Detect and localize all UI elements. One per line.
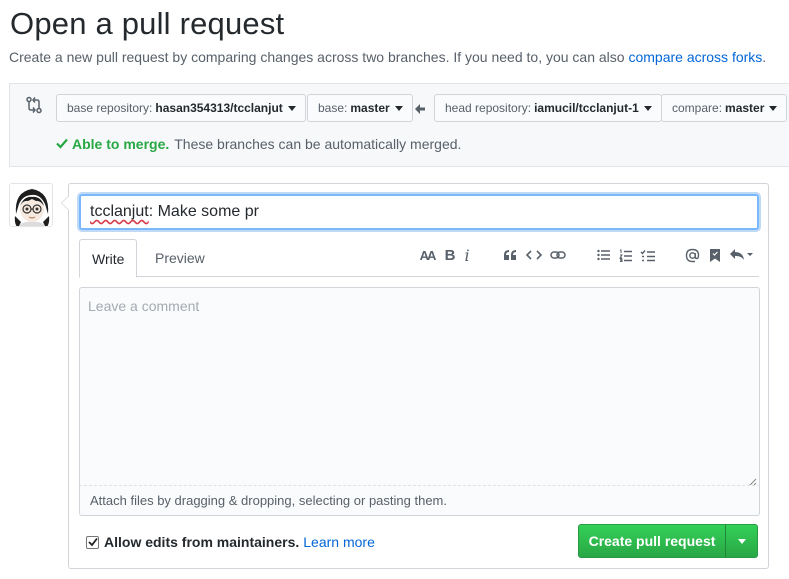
tab-preview[interactable]: Preview bbox=[143, 239, 217, 277]
comment-textarea[interactable]: Leave a comment bbox=[79, 287, 760, 487]
page-subtitle: Create a new pull request by comparing c… bbox=[9, 49, 766, 65]
quote-icon[interactable] bbox=[500, 245, 520, 265]
allow-edits-option[interactable]: Allow edits from maintainers. Learn more bbox=[86, 534, 375, 550]
reply-icon[interactable] bbox=[728, 245, 754, 265]
head-repository-select[interactable]: head repository: iamucil/tcclanjut-1 bbox=[434, 94, 662, 122]
check-icon bbox=[56, 136, 68, 152]
header-icon[interactable]: AA bbox=[417, 245, 437, 265]
attach-files-bar[interactable]: Attach files by dragging & dropping, sel… bbox=[79, 485, 760, 516]
chevron-down-icon bbox=[643, 105, 652, 111]
subtitle-end: . bbox=[762, 49, 767, 65]
compare-across-forks-link[interactable]: compare across forks bbox=[628, 49, 762, 65]
branch-range-editor: base repository: hasan354313/tcclanjut b… bbox=[9, 83, 789, 167]
allow-edits-checkbox[interactable] bbox=[86, 535, 99, 549]
pr-title-input[interactable]: tcclanjut: Make some pr bbox=[79, 194, 759, 230]
tab-write[interactable]: Write bbox=[79, 239, 138, 278]
chevron-down-icon bbox=[394, 105, 403, 111]
create-pull-request-button[interactable]: Create pull request bbox=[578, 524, 726, 558]
base-branch-select[interactable]: base: master bbox=[307, 94, 413, 122]
compare-branch-label: compare: bbox=[672, 101, 723, 115]
compare-branch-select[interactable]: compare: master bbox=[661, 94, 788, 122]
learn-more-link[interactable]: Learn more bbox=[303, 534, 375, 550]
subtitle-text: Create a new pull request by comparing c… bbox=[9, 49, 625, 65]
chevron-down-icon bbox=[769, 105, 778, 111]
avatar[interactable] bbox=[9, 183, 53, 227]
comment-placeholder: Leave a comment bbox=[88, 298, 200, 314]
resize-handle-icon[interactable] bbox=[748, 474, 757, 487]
code-icon[interactable] bbox=[524, 245, 544, 265]
head-repository-label: head repository: bbox=[445, 101, 532, 115]
mention-icon[interactable] bbox=[682, 245, 702, 265]
git-compare-icon bbox=[25, 96, 43, 114]
chevron-down-icon bbox=[737, 538, 746, 544]
italic-icon[interactable]: i bbox=[457, 245, 477, 265]
base-repository-value: hasan354313/tcclanjut bbox=[155, 101, 283, 115]
title-text: : Make some pr bbox=[148, 203, 259, 220]
title-misspelled-word: tcclanjut bbox=[90, 203, 149, 220]
head-repository-value: iamucil/tcclanjut-1 bbox=[534, 101, 639, 115]
base-branch-label: base: bbox=[318, 101, 348, 115]
merge-status-label: Able to merge. bbox=[72, 136, 170, 152]
task-list-icon[interactable] bbox=[638, 245, 658, 265]
base-repository-label: base repository: bbox=[67, 101, 153, 115]
chevron-down-icon bbox=[287, 105, 296, 111]
create-pull-request-dropdown[interactable] bbox=[725, 524, 758, 558]
saved-reply-icon[interactable] bbox=[705, 245, 725, 265]
link-icon[interactable] bbox=[548, 245, 568, 265]
page-title: Open a pull request bbox=[10, 6, 285, 41]
compare-branch-value: master bbox=[725, 101, 765, 115]
ordered-list-icon[interactable] bbox=[616, 245, 636, 265]
merge-status-detail: These branches can be automatically merg… bbox=[174, 136, 462, 152]
pull-request-form: tcclanjut: Make some pr Write Preview AA… bbox=[61, 183, 769, 569]
base-branch-value: master bbox=[350, 101, 390, 115]
arrow-left-icon bbox=[414, 102, 426, 114]
unordered-list-icon[interactable] bbox=[594, 245, 614, 265]
allow-edits-label: Allow edits from maintainers. bbox=[104, 534, 300, 550]
merge-status: Able to merge. These branches can be aut… bbox=[56, 136, 461, 152]
base-repository-select[interactable]: base repository: hasan354313/tcclanjut bbox=[56, 94, 306, 122]
